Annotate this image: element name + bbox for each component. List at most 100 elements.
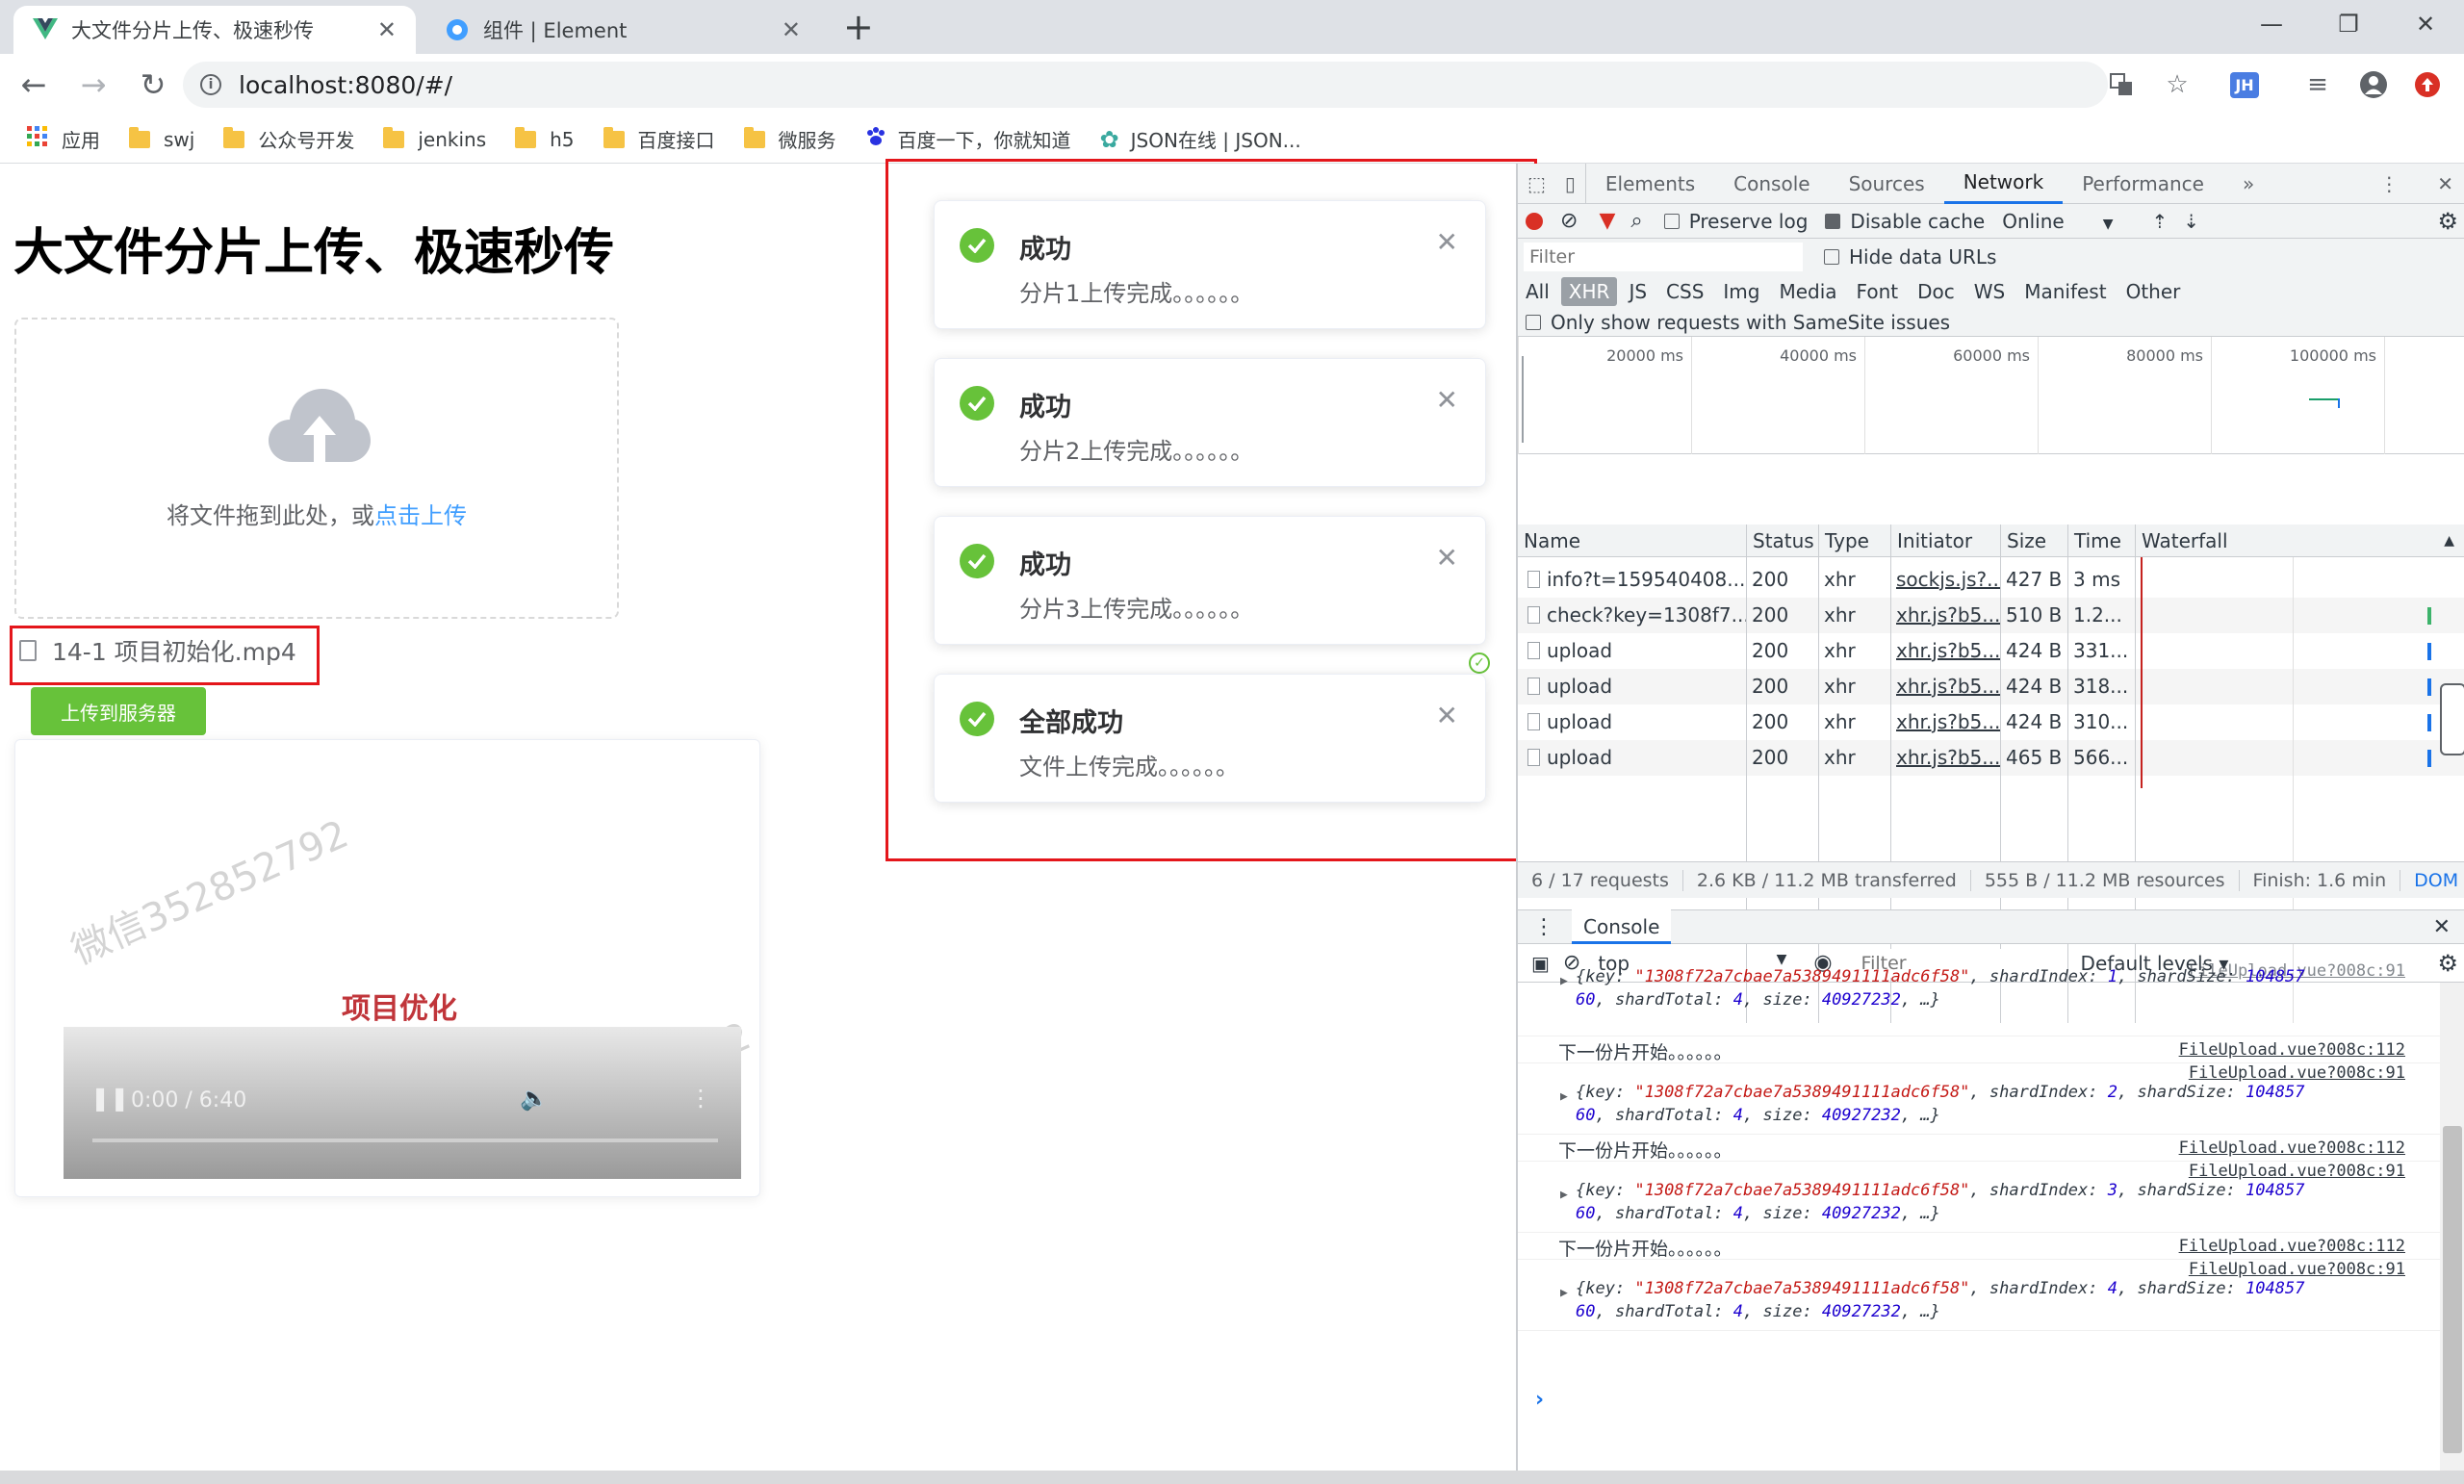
request-row[interactable]: upload 200 xhr xhr.js?b5... 424 B 310...: [1518, 704, 2464, 740]
filter-js[interactable]: JS: [1621, 277, 1655, 306]
click-upload-link[interactable]: 点击上传: [374, 502, 467, 529]
log-source-link[interactable]: FileUpload.vue?008c:112: [2179, 1040, 2405, 1060]
log-object[interactable]: {key: "1308f72a7cbae7a5389491111adc6f58"…: [1576, 1181, 2304, 1200]
inspect-element-icon[interactable]: ⬚: [1518, 164, 1555, 204]
forward-icon[interactable]: →: [67, 59, 119, 111]
log-source-link[interactable]: FileUpload.vue?008c:91: [2189, 1162, 2405, 1181]
filter-media[interactable]: Media: [1771, 277, 1844, 306]
bookmark-folder[interactable]: swj: [129, 126, 194, 151]
video-player[interactable]: ❚❚ 0:00 / 6:40 🔈 ⋮: [64, 1027, 741, 1179]
network-scroll-thumb[interactable]: [2440, 683, 2464, 755]
expand-triangle-icon[interactable]: ▶: [1560, 1089, 1568, 1104]
hide-data-urls-checkbox[interactable]: [1824, 249, 1839, 265]
tab-network[interactable]: Network: [1943, 164, 2064, 204]
log-source-link[interactable]: FileUpload.vue?008c:91: [2189, 1260, 2405, 1279]
request-row[interactable]: upload 200 xhr xhr.js?b5... 465 B 566...: [1518, 740, 2464, 776]
close-notification-icon[interactable]: ✕: [1436, 226, 1458, 258]
more-tabs-icon[interactable]: »: [2223, 164, 2273, 204]
filter-img[interactable]: Img: [1715, 277, 1767, 306]
close-tab-icon[interactable]: ✕: [377, 16, 397, 43]
bookmark-folder[interactable]: 百度接口: [603, 125, 715, 153]
expand-triangle-icon[interactable]: ▶: [1560, 1286, 1568, 1300]
close-notification-icon[interactable]: ✕: [1436, 700, 1458, 731]
expand-triangle-icon[interactable]: ▶: [1560, 974, 1568, 988]
video-preview[interactable]: 微信352852792 微信352852792 项目优化 ❚❚ 0:00 / 6…: [48, 775, 756, 1179]
play-pause-icon[interactable]: ❚❚: [90, 1085, 129, 1112]
console-prompt[interactable]: ›: [1535, 1388, 1544, 1412]
bookmark-folder[interactable]: h5: [515, 126, 575, 151]
request-row[interactable]: check?key=1308f7... 200 xhr xhr.js?b5... 510…: [1518, 598, 2464, 633]
volume-icon[interactable]: 🔈: [520, 1085, 549, 1112]
update-icon[interactable]: [2408, 65, 2447, 104]
filter-funnel-icon[interactable]: ▼: [1599, 209, 1615, 233]
back-icon[interactable]: ←: [8, 59, 60, 111]
browser-tab-active[interactable]: 大文件分片上传、极速秒传 ✕: [13, 6, 416, 54]
bookmark-baidu[interactable]: 百度一下，你就知道: [865, 125, 1071, 153]
info-icon[interactable]: i: [200, 74, 221, 95]
close-window-icon[interactable]: ✕: [2387, 0, 2464, 48]
restore-icon[interactable]: ❐: [2310, 0, 2387, 48]
column-size[interactable]: Size: [2000, 525, 2067, 557]
import-har-icon[interactable]: ⇡: [2152, 210, 2169, 233]
kebab-menu-icon[interactable]: ⋮: [2360, 164, 2418, 204]
filter-manifest[interactable]: Manifest: [2016, 277, 2114, 306]
console-drawer-tab[interactable]: Console: [1572, 909, 1672, 944]
throttle-select[interactable]: Online ▼: [2002, 210, 2113, 233]
upload-dropzone[interactable]: 将文件拖到此处，或点击上传: [14, 318, 619, 619]
filter-doc[interactable]: Doc: [1910, 277, 1963, 306]
search-icon[interactable]: ⌕: [1630, 209, 1642, 233]
tab-console[interactable]: Console: [1714, 164, 1829, 204]
log-source-link[interactable]: FileUpload.vue?008c:112: [2179, 1139, 2405, 1158]
console-scroll-thumb[interactable]: [2443, 1126, 2462, 1453]
drawer-menu-icon[interactable]: ⋮: [1533, 915, 1554, 939]
column-type[interactable]: Type: [1818, 525, 1890, 557]
bookmark-star-icon[interactable]: ☆: [2158, 65, 2196, 104]
close-tab-icon[interactable]: ✕: [782, 16, 801, 43]
new-tab-button[interactable]: +: [843, 6, 874, 48]
log-object[interactable]: {key: "1308f72a7cbae7a5389491111adc6f58"…: [1576, 1083, 2304, 1102]
request-row[interactable]: upload 200 xhr xhr.js?b5... 424 B 318...: [1518, 669, 2464, 704]
expand-triangle-icon[interactable]: ▶: [1560, 1188, 1568, 1202]
log-source-link[interactable]: FileUpload.vue?008c:112: [2179, 1237, 2405, 1256]
network-overview[interactable]: 20000 ms 40000 ms 60000 ms 80000 ms 1000…: [1518, 337, 2464, 454]
disable-cache-checkbox[interactable]: [1825, 213, 1841, 229]
extension-jh-icon[interactable]: JH: [2225, 65, 2264, 104]
upload-to-server-button[interactable]: 上传到服务器: [31, 687, 206, 735]
filter-font[interactable]: Font: [1849, 277, 1907, 306]
log-source-link[interactable]: FileUpload.vue?008c:91: [2189, 1063, 2405, 1083]
column-status[interactable]: Status: [1746, 525, 1818, 557]
translate-icon[interactable]: [2102, 65, 2141, 104]
avatar[interactable]: [2354, 65, 2393, 104]
column-time[interactable]: Time: [2067, 525, 2135, 557]
export-har-icon[interactable]: ⇣: [2183, 210, 2199, 233]
address-bar[interactable]: i localhost:8080/#/: [183, 62, 2108, 108]
request-row[interactable]: info?t=159540408... 200 xhr sockjs.js?... 42…: [1518, 562, 2464, 598]
samesite-checkbox[interactable]: [1526, 314, 1541, 330]
clear-icon[interactable]: ⊘: [1560, 209, 1578, 233]
close-devtools-icon[interactable]: ✕: [2418, 164, 2464, 204]
tab-elements[interactable]: Elements: [1586, 164, 1714, 204]
more-options-icon[interactable]: ⋮: [689, 1085, 712, 1112]
device-toolbar-icon[interactable]: ▯: [1555, 163, 1586, 204]
filter-other[interactable]: Other: [2118, 277, 2189, 306]
column-initiator[interactable]: Initiator: [1890, 525, 2000, 557]
column-name[interactable]: Name: [1518, 525, 1746, 557]
bookmark-folder[interactable]: 微服务: [743, 125, 836, 153]
reading-list-icon[interactable]: ≡: [2298, 65, 2337, 104]
network-filter-input[interactable]: [1524, 243, 1803, 271]
close-drawer-icon[interactable]: ✕: [2433, 915, 2451, 939]
bookmark-folder[interactable]: jenkins: [383, 126, 486, 151]
close-notification-icon[interactable]: ✕: [1436, 384, 1458, 416]
bookmark-apps[interactable]: 应用: [27, 125, 100, 153]
browser-tab-element[interactable]: 组件 | Element ✕: [425, 6, 820, 54]
filter-xhr[interactable]: XHR: [1560, 277, 1618, 306]
filter-ws[interactable]: WS: [1966, 277, 2013, 306]
filter-css[interactable]: CSS: [1658, 277, 1711, 306]
preserve-log-checkbox[interactable]: [1663, 213, 1680, 229]
minimize-icon[interactable]: —: [2233, 0, 2310, 48]
bookmark-json[interactable]: ✿ JSON在线 | JSON...: [1100, 125, 1301, 153]
request-row[interactable]: upload 200 xhr xhr.js?b5... 424 B 331...: [1518, 633, 2464, 669]
network-settings-icon[interactable]: ⚙: [2437, 208, 2458, 235]
close-notification-icon[interactable]: ✕: [1436, 542, 1458, 574]
reload-icon[interactable]: ↻: [127, 59, 179, 111]
